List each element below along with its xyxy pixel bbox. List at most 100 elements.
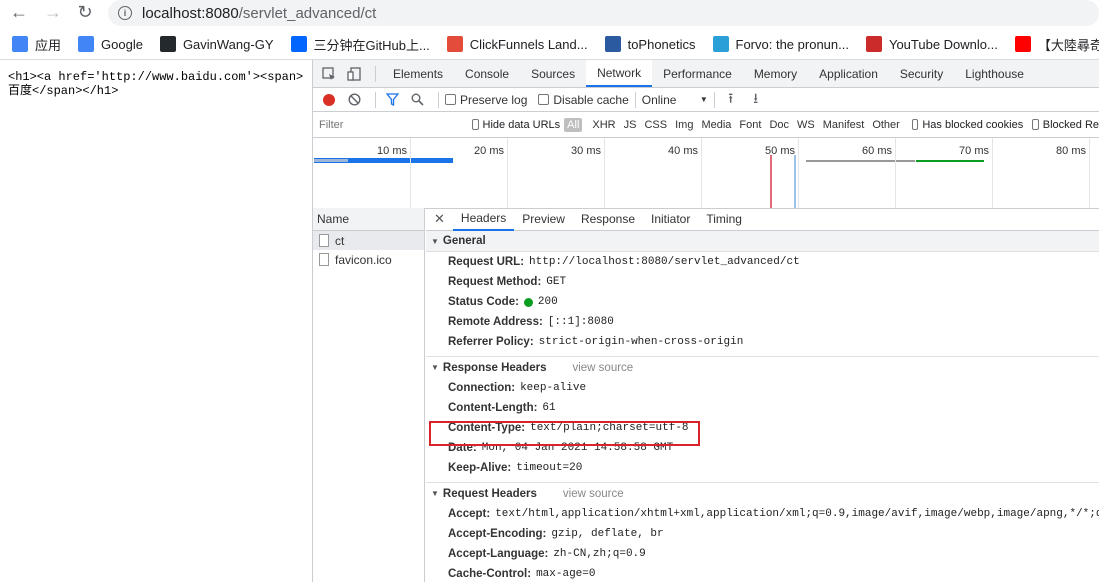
toolbar-divider [713, 91, 715, 108]
bookmark-item[interactable]: 三分钟在GitHub上... [290, 35, 430, 54]
timeline-tick-label: 60 ms [862, 145, 892, 157]
tab-network[interactable]: Network [586, 60, 653, 87]
bookmark-item[interactable]: 应用 [12, 35, 61, 54]
request-name: favicon.ico [335, 252, 392, 267]
request-row[interactable]: ct [313, 231, 424, 250]
blocked-requests-checkbox[interactable] [1032, 119, 1039, 130]
inspect-element-icon[interactable] [319, 64, 339, 84]
filter-type-xhr[interactable]: XHR [588, 119, 619, 131]
header-row: Accept-Encoding: gzip, deflate, br [426, 524, 1099, 544]
tab-console[interactable]: Console [454, 60, 520, 87]
tab-headers[interactable]: Headers [452, 208, 515, 231]
bookmark-item[interactable]: ClickFunnels Land... [446, 36, 588, 52]
header-key: Remote Address: [448, 316, 543, 328]
header-value: http://localhost:8080/servlet_advanced/c… [529, 256, 800, 268]
header-value: 61 [542, 402, 556, 414]
filter-type-other[interactable]: Other [868, 119, 904, 131]
url-bar[interactable]: i localhost:8080/servlet_advanced/ct [108, 0, 1099, 26]
close-details-icon[interactable]: ✕ [426, 208, 453, 231]
collapse-triangle-icon: ▼ [431, 489, 439, 498]
document-icon [319, 234, 329, 247]
request-headers-list: Accept: text/html,application/xhtml+xml,a… [426, 504, 1099, 582]
request-headers-title: Request Headers [442, 487, 537, 500]
preserve-log-checkbox[interactable] [445, 94, 456, 105]
filter-bar: Hide data URLs All XHRJSCSSImgMediaFontDo… [313, 112, 1099, 138]
response-headers-section-header[interactable]: ▼ Response Headers view source [426, 357, 1099, 378]
throttle-value: Online [641, 92, 677, 107]
view-source-link[interactable]: view source [572, 362, 633, 374]
tab-performance[interactable]: Performance [652, 60, 743, 87]
devtools-tabs: Elements Console Sources Network Performance… [382, 60, 1035, 87]
timeline-tick-label: 80 ms [1056, 145, 1086, 157]
hide-data-urls-label: Hide data URLs [482, 118, 561, 131]
disable-cache-checkbox[interactable] [538, 94, 550, 105]
filter-input[interactable] [316, 114, 461, 135]
bookmark-item[interactable]: 【大陸尋奇】 [1014, 35, 1099, 54]
filter-type-js[interactable]: JS [620, 119, 641, 131]
request-list: Name ct favicon.ico [313, 208, 425, 582]
filter-type-manifest[interactable]: Manifest [819, 119, 869, 131]
tab-initiator[interactable]: Initiator [643, 208, 698, 231]
forvo-icon [712, 36, 729, 52]
tab-lighthouse[interactable]: Lighthouse [954, 60, 1035, 87]
search-icon[interactable] [407, 90, 427, 110]
bookmark-item[interactable]: Forvo: the pronun... [712, 36, 849, 52]
filter-type-css[interactable]: CSS [640, 119, 671, 131]
header-key: Request Method: [448, 276, 542, 288]
request-headers-section-header[interactable]: ▼ Request Headers view source [426, 483, 1099, 504]
network-lower-split: Name ct favicon.ico ✕ Headers Preview Re… [313, 208, 1099, 582]
header-key: Connection: [448, 382, 516, 394]
timeline-gridline [507, 138, 508, 208]
header-row: Accept-Language: zh-CN,zh;q=0.9 [426, 544, 1099, 564]
back-arrow-icon[interactable]: ← [8, 1, 30, 23]
filter-type-doc[interactable]: Doc [765, 119, 793, 131]
reload-icon[interactable]: ↻ [74, 1, 96, 23]
header-value: max-age=0 [536, 568, 596, 580]
preserve-log-label: Preserve log [460, 92, 528, 107]
devtools-tab-bar: Elements Console Sources Network Performance… [313, 60, 1099, 88]
tab-preview[interactable]: Preview [514, 208, 573, 231]
bookmark-item[interactable]: YouTube Downlo... [865, 36, 998, 52]
view-source-link[interactable]: view source [563, 488, 624, 500]
general-section-header[interactable]: ▼ General [426, 231, 1099, 252]
status-ok-icon [523, 297, 533, 307]
import-har-icon[interactable]: ⭱ [721, 90, 741, 110]
device-toolbar-icon[interactable] [344, 64, 364, 84]
filter-type-font[interactable]: Font [735, 119, 765, 131]
timeline-gridline [798, 138, 799, 208]
tab-security[interactable]: Security [889, 60, 954, 87]
info-icon[interactable]: i [118, 6, 132, 20]
network-overview-timeline[interactable]: 10 ms 20 ms 30 ms 40 ms 50 ms 60 ms 70 ms 80 ms [313, 138, 1099, 209]
header-row: Accept: text/html,application/xhtml+xml,a… [426, 504, 1099, 524]
export-har-icon[interactable]: ⭳ [746, 90, 766, 110]
bookmark-label: Forvo: the pronun... [735, 36, 849, 52]
bookmark-item[interactable]: GavinWang-GY [159, 36, 274, 52]
filter-type-all[interactable]: All [564, 117, 583, 132]
name-column-header[interactable]: Name [313, 208, 424, 231]
tab-application[interactable]: Application [808, 60, 889, 87]
request-row[interactable]: favicon.ico [313, 250, 424, 269]
clear-icon[interactable] [344, 90, 364, 110]
dropdown-arrow-icon: ▼ [699, 95, 708, 104]
tab-memory[interactable]: Memory [743, 60, 808, 87]
throttle-select[interactable]: Online ▼ [642, 93, 708, 107]
youtube-icon [1014, 36, 1031, 52]
filter-type-media[interactable]: Media [697, 119, 735, 131]
header-value: [::1]:8080 [547, 316, 614, 328]
header-value: text/html,application/xhtml+xml,applicat… [495, 508, 1099, 520]
forward-arrow-icon[interactable]: → [42, 1, 64, 23]
filter-type-ws[interactable]: WS [793, 119, 819, 131]
zhihu-icon [290, 36, 307, 52]
tab-timing[interactable]: Timing [698, 208, 750, 231]
has-blocked-cookies-checkbox[interactable] [911, 119, 919, 130]
hide-data-urls-checkbox[interactable] [472, 119, 479, 130]
tab-elements[interactable]: Elements [382, 60, 454, 87]
record-icon[interactable] [319, 90, 339, 110]
bookmark-item[interactable]: toPhonetics [604, 36, 696, 52]
tab-sources[interactable]: Sources [520, 60, 586, 87]
bookmark-item[interactable]: Google [78, 36, 143, 52]
filter-type-img[interactable]: Img [671, 119, 697, 131]
tab-response[interactable]: Response [573, 208, 643, 231]
collapse-triangle-icon: ▼ [431, 363, 439, 372]
filter-icon[interactable] [382, 90, 402, 110]
